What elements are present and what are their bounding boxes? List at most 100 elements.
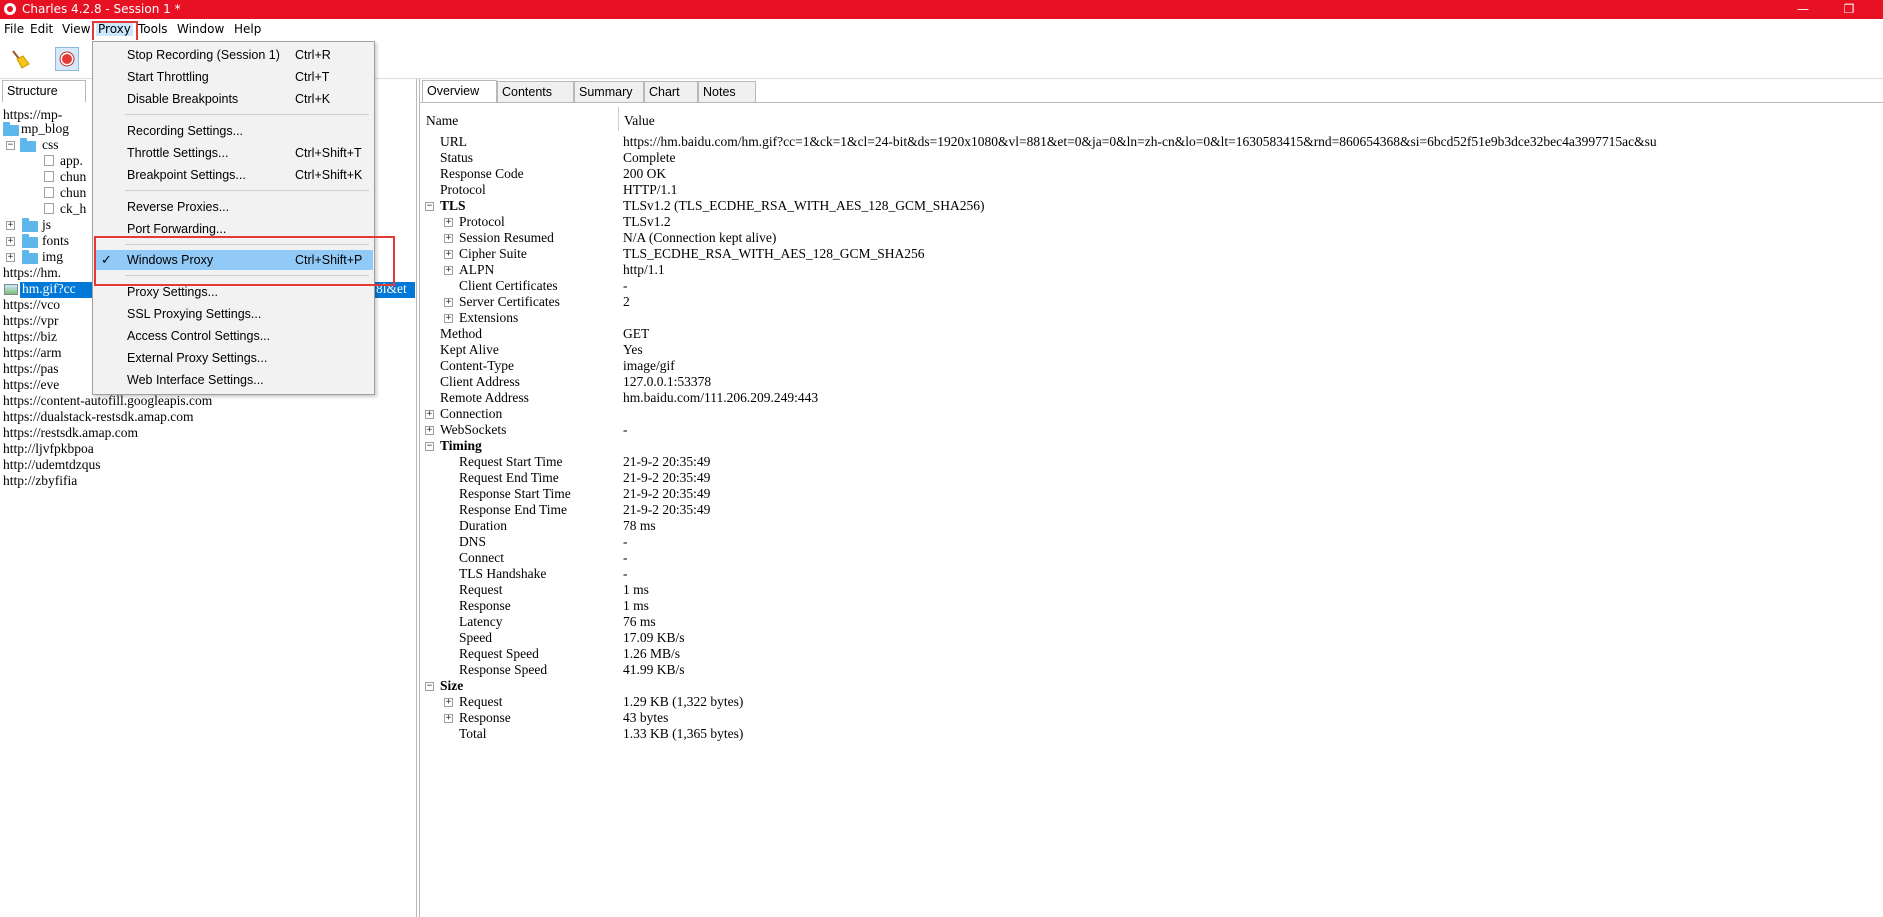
overview-row[interactable]: DNS - — [420, 534, 1883, 550]
overview-row[interactable]: − Timing — [420, 438, 1883, 454]
collapse-icon[interactable]: − — [425, 202, 434, 211]
overview-row[interactable]: + Session Resumed N/A (Connection kept ali… — [420, 230, 1883, 246]
expand-icon[interactable]: + — [444, 714, 453, 723]
tree-host[interactable]: https://biz — [3, 329, 57, 345]
restore-button[interactable]: ❐ — [1826, 0, 1872, 19]
overview-row[interactable]: Duration 78 ms — [420, 518, 1883, 534]
tab-overview[interactable]: Overview — [422, 80, 497, 102]
overview-row[interactable]: Request Speed 1.26 MB/s — [420, 646, 1883, 662]
tree-host[interactable]: https://eve — [3, 377, 59, 393]
tree-host[interactable]: https://content-autofill.googleapis.com — [3, 393, 212, 409]
overview-row[interactable]: Connect - — [420, 550, 1883, 566]
menu-item-breakpoint-settings[interactable]: Breakpoint Settings... Ctrl+Shift+K — [94, 165, 373, 185]
tree-host[interactable]: https://arm — [3, 345, 62, 361]
menu-item-ssl-proxying-settings[interactable]: SSL Proxying Settings... — [94, 304, 373, 324]
overview-row[interactable]: + Request 1.29 KB (1,322 bytes) — [420, 694, 1883, 710]
menu-item-throttle-settings[interactable]: Throttle Settings... Ctrl+Shift+T — [94, 143, 373, 163]
menu-item-reverse-proxies[interactable]: Reverse Proxies... — [94, 197, 373, 217]
tree-folder-img[interactable]: img — [42, 249, 63, 265]
expand-icon[interactable]: + — [444, 250, 453, 259]
overview-row[interactable]: URL https://hm.baidu.com/hm.gif?cc=1&ck=1… — [420, 134, 1883, 150]
tree-host-hm[interactable]: https://hm. — [3, 265, 61, 281]
menu-tools[interactable]: Tools — [138, 22, 168, 36]
overview-row[interactable]: Response End Time 21-9-2 20:35:49 — [420, 502, 1883, 518]
overview-row[interactable]: Latency 76 ms — [420, 614, 1883, 630]
overview-row[interactable]: + Cipher Suite TLS_ECDHE_RSA_WITH_AES_128_… — [420, 246, 1883, 262]
menu-item-access-control-settings[interactable]: Access Control Settings... — [94, 326, 373, 346]
tree-folder-js[interactable]: js — [42, 217, 51, 233]
tree-selected-file[interactable]: hm.gif?cc — [22, 281, 76, 297]
minimize-button[interactable]: — — [1780, 0, 1826, 19]
tree-folder-fonts[interactable]: fonts — [42, 233, 69, 249]
overview-row[interactable]: + Response 43 bytes — [420, 710, 1883, 726]
overview-row[interactable]: Speed 17.09 KB/s — [420, 630, 1883, 646]
overview-row[interactable]: Total 1.33 KB (1,365 bytes) — [420, 726, 1883, 742]
overview-row[interactable]: + ALPN http/1.1 — [420, 262, 1883, 278]
menu-item-stop-recording[interactable]: Stop Recording (Session 1) Ctrl+R — [94, 45, 373, 65]
tree-file[interactable]: chun — [60, 185, 86, 201]
overview-row[interactable]: Request 1 ms — [420, 582, 1883, 598]
overview-row[interactable]: − TLS TLSv1.2 (TLS_ECDHE_RSA_WITH_AES_128_… — [420, 198, 1883, 214]
expand-icon[interactable]: + — [444, 298, 453, 307]
column-header-name[interactable]: Name — [426, 113, 458, 129]
tree-host[interactable]: http://udemtdzqus — [3, 457, 101, 473]
menu-item-disable-breakpoints[interactable]: Disable Breakpoints Ctrl+K — [94, 89, 373, 109]
overview-row[interactable]: Response 1 ms — [420, 598, 1883, 614]
overview-row[interactable]: Method GET — [420, 326, 1883, 342]
tab-contents[interactable]: Contents — [497, 81, 574, 102]
overview-row[interactable]: Content-Type image/gif — [420, 358, 1883, 374]
tree-folder-mp-blog[interactable]: mp_blog — [21, 121, 69, 137]
menu-item-web-interface-settings[interactable]: Web Interface Settings... — [94, 370, 373, 390]
collapse-icon[interactable]: − — [6, 141, 15, 150]
overview-row[interactable]: − Size — [420, 678, 1883, 694]
collapse-icon[interactable]: − — [425, 442, 434, 451]
menu-view[interactable]: View — [62, 22, 90, 36]
menu-edit[interactable]: Edit — [30, 22, 53, 36]
tree-file[interactable]: ck_h — [60, 201, 86, 217]
expand-icon[interactable]: + — [6, 253, 15, 262]
tree-host[interactable]: https://vco — [3, 297, 60, 313]
expand-icon[interactable]: + — [425, 426, 434, 435]
tree-folder-css[interactable]: css — [42, 137, 59, 153]
overview-row[interactable]: + Protocol TLSv1.2 — [420, 214, 1883, 230]
overview-row[interactable]: Remote Address hm.baidu.com/111.206.209.2… — [420, 390, 1883, 406]
tree-host[interactable]: https://dualstack-restsdk.amap.com — [3, 409, 193, 425]
expand-icon[interactable]: + — [425, 410, 434, 419]
overview-row[interactable]: Status Complete — [420, 150, 1883, 166]
tree-host[interactable]: http://ljvfpkbpoa — [3, 441, 94, 457]
overview-row[interactable]: Response Start Time 21-9-2 20:35:49 — [420, 486, 1883, 502]
column-header-value[interactable]: Value — [624, 113, 655, 129]
overview-row[interactable]: + Connection — [420, 406, 1883, 422]
menu-item-external-proxy-settings[interactable]: External Proxy Settings... — [94, 348, 373, 368]
overview-row[interactable]: Request End Time 21-9-2 20:35:49 — [420, 470, 1883, 486]
overview-row[interactable]: TLS Handshake - — [420, 566, 1883, 582]
overview-row[interactable]: Kept Alive Yes — [420, 342, 1883, 358]
overview-row[interactable]: Response Code 200 OK — [420, 166, 1883, 182]
record-button[interactable] — [55, 47, 79, 71]
overview-row[interactable]: Client Address 127.0.0.1:53378 — [420, 374, 1883, 390]
tab-chart[interactable]: Chart — [644, 81, 698, 102]
expand-icon[interactable]: + — [444, 234, 453, 243]
expand-icon[interactable]: + — [444, 314, 453, 323]
tab-notes[interactable]: Notes — [698, 81, 756, 102]
overview-row[interactable]: Client Certificates - — [420, 278, 1883, 294]
tab-summary[interactable]: Summary — [574, 81, 644, 102]
expand-icon[interactable]: + — [6, 237, 15, 246]
menu-file[interactable]: File — [4, 22, 24, 36]
tree-host[interactable]: https://vpr — [3, 313, 59, 329]
menu-item-recording-settings[interactable]: Recording Settings... — [94, 121, 373, 141]
expand-icon[interactable]: + — [444, 698, 453, 707]
expand-icon[interactable]: + — [6, 221, 15, 230]
broom-icon[interactable] — [8, 47, 32, 71]
tree-host[interactable]: https://pas — [3, 361, 59, 377]
expand-icon[interactable]: + — [444, 266, 453, 275]
overview-row[interactable]: Request Start Time 21-9-2 20:35:49 — [420, 454, 1883, 470]
tree-host[interactable]: http://zbyfifia — [3, 473, 77, 489]
overview-row[interactable]: + Server Certificates 2 — [420, 294, 1883, 310]
overview-row[interactable]: + Extensions — [420, 310, 1883, 326]
expand-icon[interactable]: + — [444, 218, 453, 227]
overview-row[interactable]: Response Speed 41.99 KB/s — [420, 662, 1883, 678]
menu-item-start-throttling[interactable]: Start Throttling Ctrl+T — [94, 67, 373, 87]
menu-window[interactable]: Window — [177, 22, 224, 36]
tree-file[interactable]: chun — [60, 169, 86, 185]
